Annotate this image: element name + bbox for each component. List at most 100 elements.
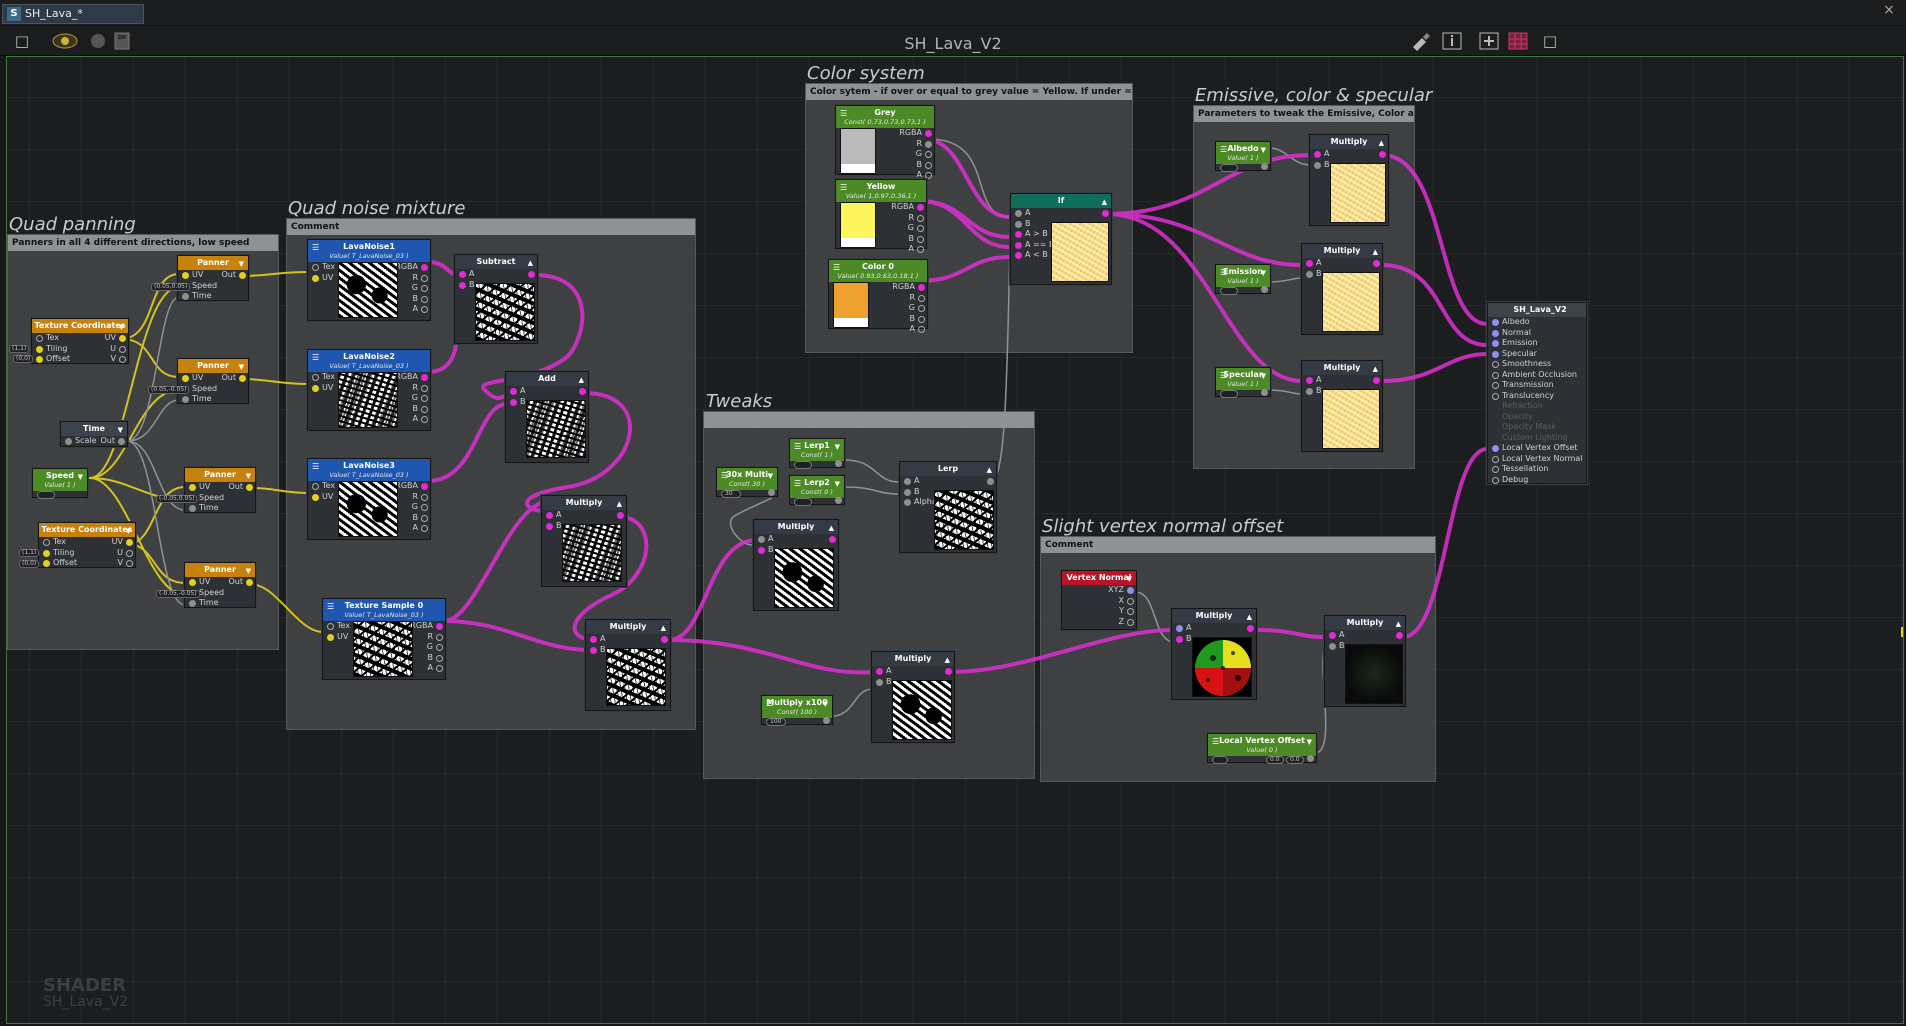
pin-icon[interactable]	[1015, 210, 1022, 217]
pin-icon[interactable]	[421, 514, 428, 522]
pin-icon[interactable]	[43, 560, 50, 567]
node-panner-3[interactable]: Panner ▼ UV Out Speed Time	[184, 467, 256, 513]
node-texture-coordinates-1[interactable]: Texture Coordinates ▼ Tex UV Tiling U Offse…	[31, 318, 129, 364]
chevron-down-icon[interactable]: ▼	[119, 322, 124, 332]
menu-icon[interactable]: ☰	[312, 462, 319, 472]
menu-icon[interactable]: ☰	[840, 109, 847, 119]
node-lerp[interactable]: Lerp ▲ A B Alpha	[899, 461, 997, 553]
pin-icon[interactable]	[1102, 210, 1109, 217]
chevron-down-icon[interactable]: ▼	[246, 566, 251, 576]
pin-icon[interactable]	[1492, 350, 1499, 358]
pin-icon[interactable]	[1306, 260, 1313, 267]
chevron-down-icon[interactable]: ▼	[1127, 574, 1132, 584]
chevron-down-icon[interactable]: ▼	[246, 471, 251, 481]
pin-icon[interactable]	[1127, 608, 1134, 615]
pin-icon[interactable]	[459, 281, 466, 289]
node-panner-4[interactable]: Panner ▼ UV Out Speed Time	[184, 562, 256, 608]
pin-icon[interactable]	[1307, 755, 1314, 762]
pin-icon[interactable]	[917, 214, 924, 222]
pin-icon[interactable]	[1373, 260, 1380, 267]
pin-icon[interactable]	[421, 306, 428, 313]
node-multiply-tweaks-1[interactable]: Multiply ▲ A B	[753, 519, 839, 611]
lerp2-field[interactable]	[794, 498, 812, 506]
pin-icon[interactable]	[1329, 632, 1336, 639]
speed-field[interactable]	[37, 491, 55, 499]
pin-icon[interactable]	[327, 633, 334, 641]
pin-icon[interactable]	[1373, 377, 1380, 384]
node-lerp1[interactable]: ☰ Lerp1 Const( 1 ) ▼	[789, 438, 845, 469]
chevron-up-icon[interactable]: ▲	[1102, 197, 1107, 207]
chevron-down-icon[interactable]: ▼	[1261, 268, 1266, 278]
pin-icon[interactable]	[436, 644, 443, 651]
pin-icon[interactable]	[246, 579, 253, 586]
pin-icon[interactable]	[510, 388, 517, 395]
pin-icon[interactable]	[421, 264, 428, 271]
pin-icon[interactable]	[823, 717, 830, 724]
chevron-up-icon[interactable]: ▲	[1379, 138, 1384, 148]
chevron-up-icon[interactable]: ▲	[528, 258, 533, 268]
node-texture-sample-0[interactable]: ☰ Texture Sample 0 Value( T_LavaNoise_03 )…	[322, 598, 446, 680]
albedo-field[interactable]	[1220, 164, 1238, 172]
chevron-down-icon[interactable]: ▼	[835, 442, 840, 452]
pin-icon[interactable]	[312, 274, 319, 282]
node-multiply-x100[interactable]: ☰ Multiply x100 Const( 100 ) ▼ 100	[761, 695, 833, 726]
pin-icon[interactable]	[182, 293, 189, 300]
node-lava-noise-3[interactable]: ☰ LavaNoise3 Value( T_LavaNoise_03 ) Tex RG…	[307, 458, 431, 540]
chevron-down-icon[interactable]: ▼	[835, 479, 840, 489]
chevron-down-icon[interactable]: ▼	[1307, 737, 1312, 747]
menu-icon[interactable]: ☰	[312, 353, 319, 363]
offset-field[interactable]	[1212, 756, 1228, 764]
pin-icon[interactable]	[312, 483, 319, 490]
pin-icon[interactable]	[436, 623, 443, 630]
chevron-down-icon[interactable]: ▼	[1261, 145, 1266, 155]
pin-icon[interactable]	[327, 623, 334, 630]
node-panner-2[interactable]: Panner ▼ UV Out Speed Time	[177, 358, 249, 404]
pin-icon[interactable]	[182, 375, 189, 382]
pin-icon[interactable]	[239, 375, 246, 382]
pin-icon[interactable]	[189, 505, 196, 512]
pin-icon[interactable]	[904, 488, 911, 496]
pin-icon[interactable]	[925, 151, 932, 158]
pin-icon[interactable]	[1261, 389, 1268, 396]
offset-value[interactable]: (0,0)	[19, 560, 40, 568]
menu-icon[interactable]: ☰	[327, 602, 334, 612]
pin-icon[interactable]	[546, 512, 553, 519]
pin-icon[interactable]	[925, 140, 932, 148]
node-yellow[interactable]: ☰ Yellow Value( 1,0.97,0.36,1 ) RGBA R G B…	[835, 179, 927, 253]
node-add[interactable]: Add ▲ A B	[505, 371, 589, 463]
pin-icon[interactable]	[758, 536, 765, 543]
chevron-down-icon[interactable]: ▼	[239, 362, 244, 372]
pin-icon[interactable]	[43, 539, 50, 546]
pin-icon[interactable]	[1015, 220, 1022, 228]
panner-speed-value[interactable]: (-0.05,0.05)	[156, 495, 198, 503]
pin-icon[interactable]	[312, 374, 319, 381]
chevron-up-icon[interactable]: ▲	[579, 375, 584, 385]
pin-icon[interactable]	[436, 633, 443, 641]
pin-icon[interactable]	[182, 272, 189, 279]
pin-icon[interactable]	[421, 504, 428, 511]
chevron-up-icon[interactable]: ▲	[1247, 612, 1252, 622]
node-multiply-noise-1[interactable]: Multiply ▲ A B	[541, 495, 627, 587]
pin-icon[interactable]	[1127, 597, 1134, 605]
node-30x-multi[interactable]: ☰ 30x Multi Const( 30 ) ▼ 30	[716, 467, 778, 498]
pin-icon[interactable]	[904, 499, 911, 506]
pin-icon[interactable]	[528, 271, 535, 278]
chevron-down-icon[interactable]: ▼	[823, 699, 828, 709]
pin-icon[interactable]	[119, 345, 126, 353]
chevron-up-icon[interactable]: ▲	[1373, 247, 1378, 257]
pin-icon[interactable]	[510, 398, 517, 406]
chevron-down-icon[interactable]: ▼	[239, 259, 244, 269]
pin-icon[interactable]	[876, 678, 883, 686]
pin-icon[interactable]	[421, 285, 428, 292]
lerp1-field[interactable]	[794, 461, 812, 469]
pin-icon[interactable]	[436, 665, 443, 672]
chevron-down-icon[interactable]: ▼	[1261, 371, 1266, 381]
menu-icon[interactable]: ☰	[1212, 737, 1219, 747]
node-time[interactable]: Time ▼ Scale Out	[60, 421, 128, 447]
tab-sh-lava[interactable]: S SH_Lava_*	[2, 4, 144, 24]
pin-icon[interactable]	[918, 315, 925, 323]
pin-icon[interactable]	[925, 130, 932, 137]
node-local-vertex-offset[interactable]: ☰ Local Vertex Offset Value( 0 ) ▼ 0.0 0.0	[1207, 733, 1317, 764]
pin-icon[interactable]	[918, 326, 925, 333]
pin-icon[interactable]	[904, 478, 911, 485]
